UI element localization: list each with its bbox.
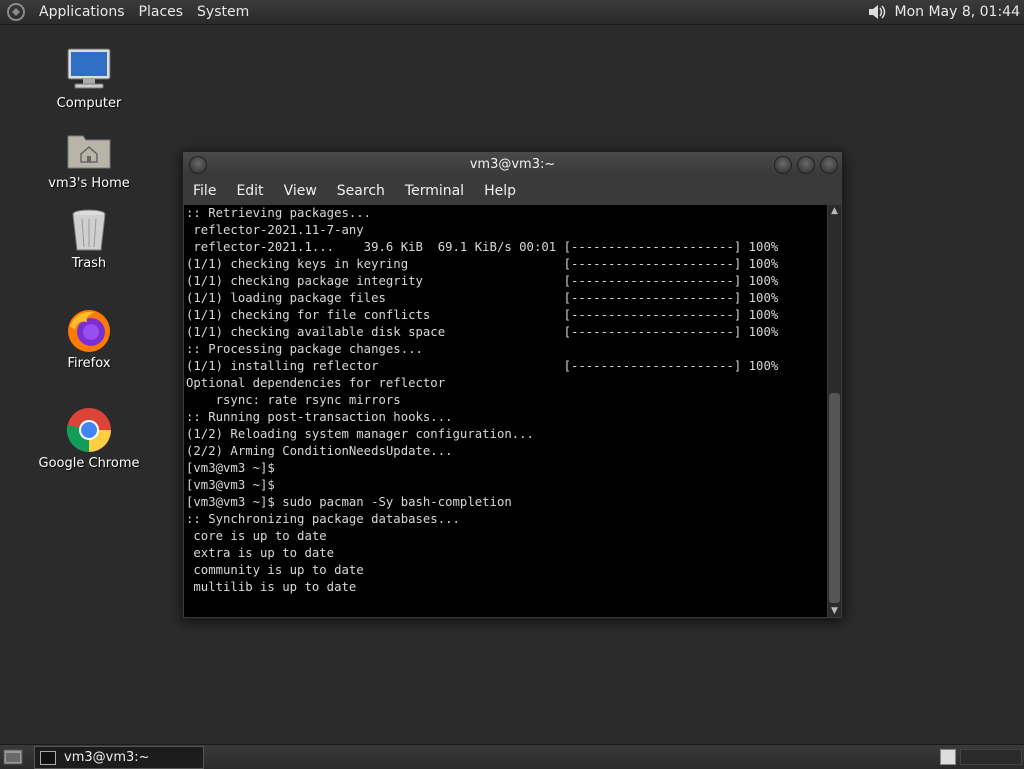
terminal-line: core is up to date [186, 529, 327, 543]
desktop-icon-chrome[interactable]: Google Chrome [34, 406, 144, 471]
desktop-icon-label: Firefox [67, 356, 111, 371]
menu-help[interactable]: Help [474, 183, 526, 199]
system-menu[interactable]: System [190, 0, 256, 24]
terminal-line: reflector-2021.1... 39.6 KiB 69.1 KiB/s … [186, 240, 779, 254]
window-titlebar[interactable]: vm3@vm3:~ [183, 152, 842, 177]
desktop-icon-firefox[interactable]: Firefox [34, 306, 144, 371]
terminal-line: multilib is up to date [186, 580, 357, 594]
terminal-line: (1/1) checking keys in keyring [--------… [186, 257, 779, 271]
terminal-line: (1/1) loading package files [-----------… [186, 291, 779, 305]
terminal-line: :: Processing package changes... [186, 342, 423, 356]
desktop-icon-home[interactable]: vm3's Home [34, 126, 144, 191]
terminal-window: vm3@vm3:~ File Edit View Search Terminal… [182, 151, 843, 619]
firefox-icon [68, 310, 110, 352]
terminal-line: community is up to date [186, 563, 364, 577]
terminal-line: (2/2) Arming ConditionNeedsUpdate... [186, 444, 453, 458]
volume-icon[interactable] [866, 1, 888, 23]
terminal-line: reflector-2021.11-7-any [186, 223, 364, 237]
computer-icon [67, 48, 111, 89]
trash-icon [72, 209, 106, 251]
terminal-line: :: Retrieving packages... [186, 206, 372, 220]
terminal-icon [40, 750, 56, 765]
workspace-switcher[interactable] [960, 749, 1022, 765]
bottom-panel: vm3@vm3:~ [0, 744, 1024, 769]
maximize-button[interactable] [797, 156, 815, 174]
window-menubar: File Edit View Search Terminal Help [183, 177, 842, 204]
desktop-icon-trash[interactable]: Trash [34, 206, 144, 271]
terminal-line: (1/1) installing reflector [------------… [186, 359, 779, 373]
desktop-icon-label: Computer [56, 96, 122, 111]
terminal-line: [vm3@vm3 ~]$ [186, 478, 275, 492]
minimize-button[interactable] [774, 156, 792, 174]
taskbar-button-label: vm3@vm3:~ [64, 750, 150, 765]
workspace-1[interactable] [940, 749, 956, 765]
terminal-line: extra is up to date [186, 546, 335, 560]
menu-file[interactable]: File [183, 183, 226, 199]
menu-edit[interactable]: Edit [226, 183, 273, 199]
terminal-line: Optional dependencies for reflector [186, 376, 446, 390]
terminal-scrollbar[interactable]: ▲ ▼ [828, 205, 841, 617]
show-desktop-icon[interactable] [3, 748, 23, 766]
terminal-line: :: Running post-transaction hooks... [186, 410, 453, 424]
taskbar-button-terminal[interactable]: vm3@vm3:~ [34, 746, 204, 769]
top-panel: Applications Places System Mon May 8, 01… [0, 0, 1024, 25]
terminal-line: (1/1) checking available disk space [---… [186, 325, 779, 339]
terminal-output[interactable]: :: Retrieving packages... reflector-2021… [184, 205, 827, 617]
chrome-icon [66, 408, 111, 452]
terminal-line: (1/2) Reloading system manager configura… [186, 427, 534, 441]
clock[interactable]: Mon May 8, 01:44 [894, 4, 1024, 20]
window-menu-button[interactable] [189, 156, 207, 174]
distro-logo-icon[interactable] [6, 2, 26, 22]
terminal-line: :: Synchronizing package databases... [186, 512, 460, 526]
terminal-line: rsync: rate rsync mirrors [186, 393, 401, 407]
desktop-icon-label: Trash [71, 256, 107, 271]
scroll-down-arrow-icon[interactable]: ▼ [828, 605, 841, 617]
menu-view[interactable]: View [274, 183, 327, 199]
home-folder-icon [67, 135, 111, 169]
places-menu[interactable]: Places [132, 0, 191, 24]
applications-menu[interactable]: Applications [32, 0, 132, 24]
terminal-line: (1/1) checking for file conflicts [-----… [186, 308, 779, 322]
close-button[interactable] [820, 156, 838, 174]
window-title: vm3@vm3:~ [469, 157, 556, 172]
menu-search[interactable]: Search [327, 183, 395, 199]
scrollbar-thumb[interactable] [829, 393, 840, 603]
desktop-icon-computer[interactable]: Computer [34, 46, 144, 111]
terminal-line: [vm3@vm3 ~]$ [186, 461, 275, 475]
desktop-icon-label: vm3's Home [48, 176, 130, 191]
desktop-icon-label: Google Chrome [38, 456, 140, 471]
terminal-line: (1/1) checking package integrity [------… [186, 274, 779, 288]
terminal-line: [vm3@vm3 ~]$ sudo pacman -Sy bash-comple… [186, 495, 512, 509]
menu-terminal[interactable]: Terminal [395, 183, 474, 199]
scroll-up-arrow-icon[interactable]: ▲ [828, 205, 841, 217]
